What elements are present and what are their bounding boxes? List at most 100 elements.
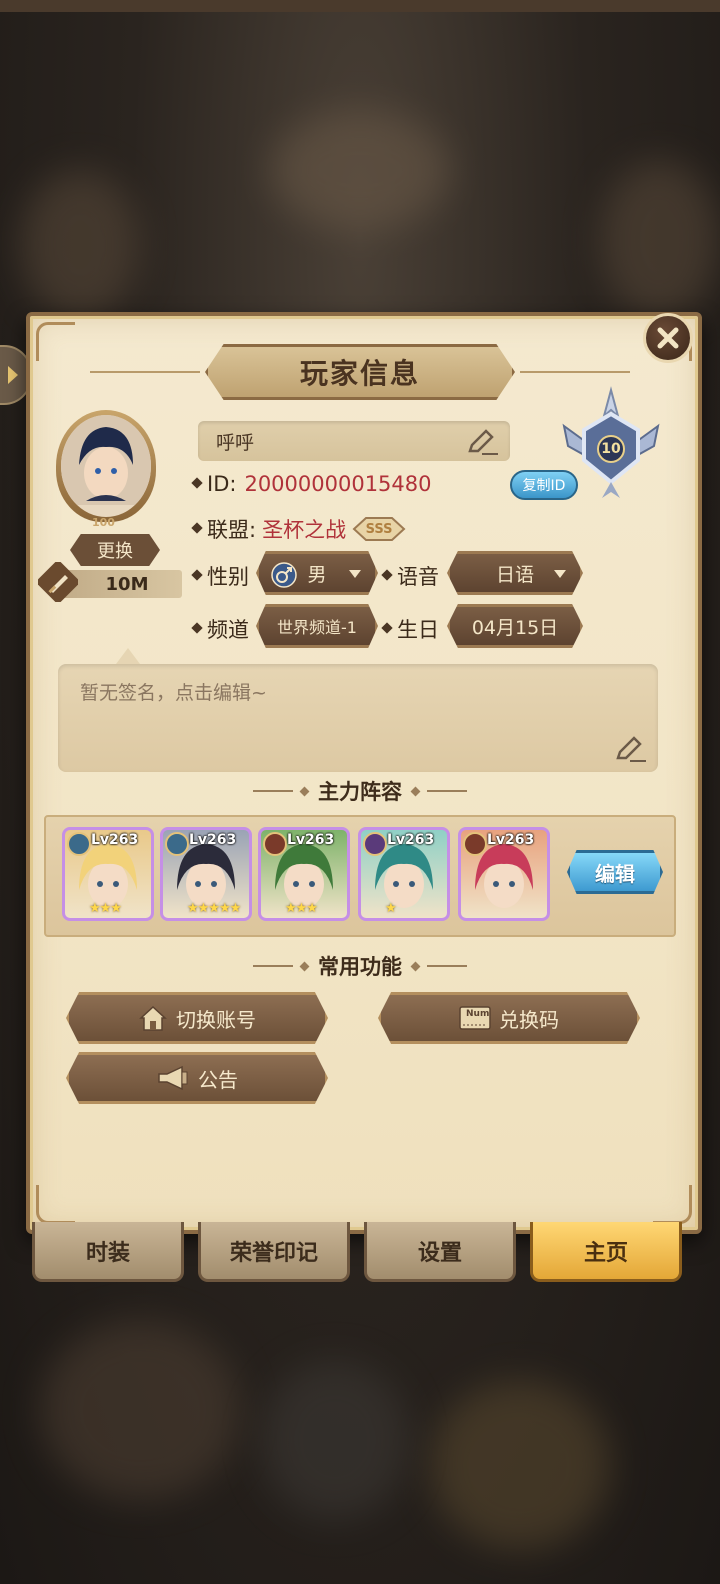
- channel-row: 频道: [192, 614, 249, 644]
- chevron-down-icon: [349, 570, 361, 578]
- hero-card[interactable]: Lv263: [458, 827, 550, 921]
- title-divider: [520, 371, 630, 373]
- functions-section-header: 常用功能: [0, 951, 720, 981]
- alliance-label: 联盟:: [207, 518, 257, 542]
- hero-star-rating: ★★★: [89, 901, 122, 916]
- top-bar: [0, 0, 720, 12]
- divider: [427, 790, 467, 792]
- signature-box[interactable]: 暂无签名，点击编辑~: [58, 664, 658, 772]
- divider-dot: [410, 961, 421, 971]
- divider-dot: [299, 786, 310, 796]
- hero-star-rating: ★: [385, 901, 397, 916]
- player-id-row: ID: 20000000015480: [192, 472, 432, 496]
- voice-label: 语音: [397, 565, 439, 589]
- ticket-icon-text: Num: [466, 1009, 490, 1019]
- hero-class-icon: [263, 832, 287, 856]
- tab-2[interactable]: 设置: [364, 1222, 516, 1282]
- tab-0[interactable]: 时装: [32, 1222, 184, 1282]
- divider-dot: [410, 786, 421, 796]
- power-value: 10M: [105, 573, 149, 595]
- birthday-label: 生日: [397, 618, 439, 642]
- switch-account-button[interactable]: 切换账号: [66, 992, 328, 1044]
- hero-class-icon: [165, 832, 189, 856]
- megaphone-icon: [156, 1064, 190, 1092]
- hero-card[interactable]: Lv263 ★★★: [62, 827, 154, 921]
- alliance-rank-badge: SSS: [352, 514, 406, 544]
- diamond-bullet-icon: [382, 622, 392, 636]
- male-icon: [271, 562, 297, 593]
- panel-title-banner: 玩家信息: [205, 344, 515, 400]
- edit-lineup-button[interactable]: 编辑: [567, 850, 663, 894]
- background-decoration: [430, 1380, 610, 1550]
- hero-level: Lv263: [387, 832, 435, 848]
- alliance-row: 联盟: 圣杯之战 SSS: [192, 514, 406, 544]
- birthday-row: 生日: [382, 614, 439, 644]
- redeem-code-button[interactable]: Num 兑换码: [378, 992, 640, 1044]
- gender-value: 男: [307, 563, 327, 586]
- hero-class-icon: [363, 832, 387, 856]
- sword-icon: [35, 559, 81, 605]
- hero-class-icon: [463, 832, 487, 856]
- divider: [253, 790, 293, 792]
- rank-number: 10: [601, 441, 621, 457]
- home-icon: [138, 1004, 168, 1032]
- tab-1[interactable]: 荣誉印记: [198, 1222, 350, 1282]
- edit-pencil-icon[interactable]: [614, 734, 648, 768]
- hero-card[interactable]: Lv263 ★★★: [258, 827, 350, 921]
- panel-corner-ornament: [653, 1185, 692, 1224]
- change-avatar-button[interactable]: 更换: [70, 534, 160, 566]
- alliance-value[interactable]: 圣杯之战: [262, 514, 346, 544]
- birthday-value: 04月15日: [471, 616, 559, 639]
- channel-label: 频道: [207, 618, 249, 642]
- hero-card[interactable]: Lv263 ★★★★★: [160, 827, 252, 921]
- gender-dropdown[interactable]: 男: [256, 551, 378, 595]
- divider-dot: [299, 961, 310, 971]
- avatar[interactable]: [56, 410, 156, 522]
- close-button[interactable]: [643, 313, 693, 363]
- announcement-button[interactable]: 公告: [66, 1052, 328, 1104]
- rank-badge[interactable]: 10: [556, 386, 666, 506]
- diamond-bullet-icon: [192, 622, 202, 636]
- player-name-field[interactable]: 呼呼: [198, 421, 510, 461]
- divider: [253, 965, 293, 967]
- avatar-level: 100: [92, 516, 115, 529]
- hero-level: Lv263: [189, 832, 237, 848]
- signature-pointer: [116, 648, 140, 664]
- hero-card[interactable]: Lv263 ★: [358, 827, 450, 921]
- close-icon: [657, 327, 679, 349]
- hero-portrait-icon: [61, 415, 151, 505]
- ticket-icon: Num: [459, 1005, 491, 1031]
- hero-class-icon: [67, 832, 91, 856]
- hero-level: Lv263: [487, 832, 535, 848]
- panel-corner-ornament: [36, 1185, 75, 1224]
- birthday-field[interactable]: 04月15日: [447, 604, 583, 648]
- avatar-portrait: [61, 415, 151, 517]
- gender-label: 性别: [207, 565, 249, 589]
- player-name: 呼呼: [216, 431, 255, 454]
- panel-title: 玩家信息: [299, 357, 420, 390]
- channel-value: 世界频道-1: [277, 618, 357, 637]
- panel-corner-ornament: [36, 322, 75, 361]
- announcement-label: 公告: [198, 1067, 238, 1092]
- voice-row: 语音: [382, 561, 439, 591]
- channel-dropdown[interactable]: 世界频道-1: [256, 604, 378, 648]
- hero-star-rating: ★★★★★: [187, 901, 241, 916]
- hero-star-rating: ★★★: [285, 901, 318, 916]
- player-id-value: 20000000015480: [244, 472, 432, 496]
- hero-level: Lv263: [287, 832, 335, 848]
- diamond-bullet-icon: [382, 569, 392, 583]
- voice-dropdown[interactable]: 日语: [447, 551, 583, 595]
- background-decoration: [40, 1320, 240, 1500]
- redeem-code-label: 兑换码: [499, 1007, 559, 1032]
- signature-placeholder: 暂无签名，点击编辑~: [80, 682, 267, 704]
- background-decoration: [20, 170, 140, 320]
- gender-row: 性别: [192, 561, 249, 591]
- divider: [427, 965, 467, 967]
- chevron-down-icon: [554, 570, 566, 578]
- diamond-bullet-icon: [192, 569, 202, 583]
- diamond-bullet-icon: [192, 522, 202, 536]
- functions-title: 常用功能: [318, 955, 402, 979]
- tab-3[interactable]: 主页: [530, 1222, 682, 1282]
- diamond-bullet-icon: [192, 477, 202, 491]
- edit-pencil-icon[interactable]: [466, 427, 500, 462]
